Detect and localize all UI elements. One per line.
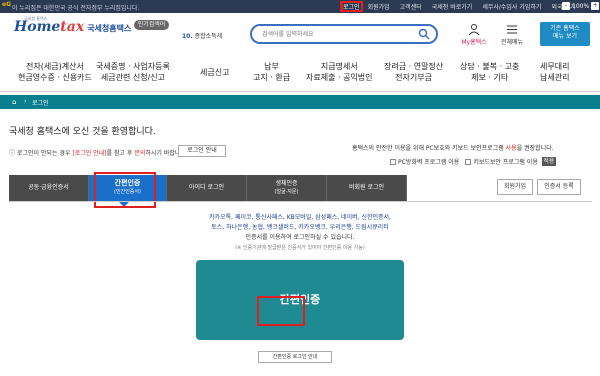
gnb-e-invoice[interactable]: 전자(세금)계산서 현금영수증 · 신용카드 [18, 61, 92, 83]
popular-keyword[interactable]: 10. 종합소득세 [182, 31, 222, 40]
logo-tagline: 국세청 홈택스 [24, 16, 48, 21]
main-navigation: 전자(세금)계산서 현금영수증 · 신용카드 국세증명 · 사업자등록 세금관련 신… [0, 56, 600, 92]
customer-center-link[interactable]: 고객센터 [395, 2, 427, 11]
security-notice: 홈택스의 안전한 이용을 위해 PC보호와 키보드 보안프로그램 사용을 권장합… [352, 145, 554, 152]
gnb-payment[interactable]: 납부 고지 · 환급 [253, 61, 290, 83]
gnb-payment-statement[interactable]: 지급명세서 자료제출 · 공익법인 [306, 61, 373, 83]
signup-link[interactable]: 회원가입 [363, 2, 395, 11]
security-options: PC방화벽 프로그램 이용 키보드보안 프로그램 이용 적용 [390, 157, 556, 166]
my-hometax-button[interactable]: My홈택스 [456, 24, 492, 46]
my-hometax-label: My홈택스 [461, 39, 487, 46]
login-guide-button[interactable]: 로그인 안내 [178, 145, 226, 157]
gnb-tax-return[interactable]: 세금신고 [200, 67, 229, 78]
top-bar: eG 이 누리집은 대한민국 공식 전자정부 누리집입니다. 로그인 회원가입 … [0, 0, 600, 13]
tax-agent-link[interactable]: 세무사/수임사 가입하기 [477, 2, 546, 11]
page-title: 국세청 홈택스에 오신 것을 환영합니다. [9, 127, 156, 137]
tab-certificate[interactable]: 공동·금융인증서 [9, 175, 89, 201]
login-guide-link[interactable]: [로그인 안내] [72, 150, 106, 157]
search-icon[interactable] [418, 28, 430, 40]
info-icon: ⓘ [9, 150, 17, 157]
top-links: 로그인 회원가입 고객센터 국세청 바로가기 세무사/수임사 가입하기 외국어 … [340, 1, 580, 12]
pc-firewall-checkbox[interactable] [390, 158, 396, 165]
hometax-logo[interactable]: 국세청 홈택스 Hometax 국세청홈택스 [14, 16, 144, 45]
tab-guest-login[interactable]: 비회원 로그인 [327, 175, 407, 201]
zoom-level: 100% [572, 2, 590, 10]
apply-button[interactable]: 적용 [541, 157, 556, 166]
provider-list: 카카오톡, 페이코, 통신사패스, KB모바일, 삼성패스, 네이버, 신한인증… [209, 214, 391, 251]
highlight-box-button [257, 296, 305, 326]
search-box [250, 24, 438, 44]
gnb-certificate[interactable]: 국세증명 · 사업자등록 세금관련 신청/신고 [96, 61, 170, 83]
signup-button[interactable]: 회원가입 [497, 179, 533, 195]
legacy-menu-button[interactable]: 기존 홈택스 메뉴 보기 [540, 22, 590, 46]
keyboard-security-checkbox[interactable] [465, 158, 472, 165]
search-input[interactable] [262, 29, 412, 40]
zoom-control: - 100% + [562, 2, 600, 10]
zoom-in-button[interactable]: + [591, 2, 600, 10]
simple-auth-guide-button[interactable]: 간편인증 로그인 안내 [258, 351, 332, 363]
breadcrumb-current: 로그인 [32, 100, 49, 107]
gnb-incentive[interactable]: 장려금 · 연말정산 전자기부금 [384, 61, 443, 83]
gov-notice: 이 누리집은 대한민국 공식 전자정부 누리집입니다. [12, 5, 140, 12]
breadcrumb: ⌂ › 로그인 [0, 95, 600, 109]
all-menu-label: 전체메뉴 [500, 39, 524, 46]
highlight-box-login [341, 1, 363, 12]
all-menu-button[interactable]: 전체메뉴 [497, 24, 527, 46]
gnb-consultation[interactable]: 상담 · 불복 · 고충 제보 · 기타 [460, 61, 519, 83]
login-help-text: ⓘ 로그인이 안되는 경우 [로그인 안내]를 참고 후 문의하시기 바랍니다. [9, 150, 188, 157]
user-icon [468, 24, 480, 36]
zoom-out-button[interactable]: - [562, 2, 570, 10]
chevron-right-icon: › [24, 98, 27, 105]
hamburger-icon [507, 25, 517, 34]
logo-subtitle: 국세청홈택스 [87, 24, 132, 33]
divider [9, 201, 592, 202]
register-certificate-button[interactable]: 인증서 등록 [537, 179, 581, 195]
gnb-tax-agent[interactable]: 세무대리 납세관리 [540, 61, 569, 83]
tab-biometric[interactable]: 생체인증 (얼굴·지문) [247, 175, 327, 201]
egov-logo-icon: eG [2, 1, 11, 8]
nts-link[interactable]: 국세청 바로가기 [427, 2, 478, 11]
home-icon[interactable]: ⌂ [12, 98, 16, 106]
highlight-box-tab [94, 172, 156, 208]
popular-search-badge: 인기검색어 [134, 20, 169, 30]
tab-id-login[interactable]: 아이디 로그인 [167, 175, 247, 201]
